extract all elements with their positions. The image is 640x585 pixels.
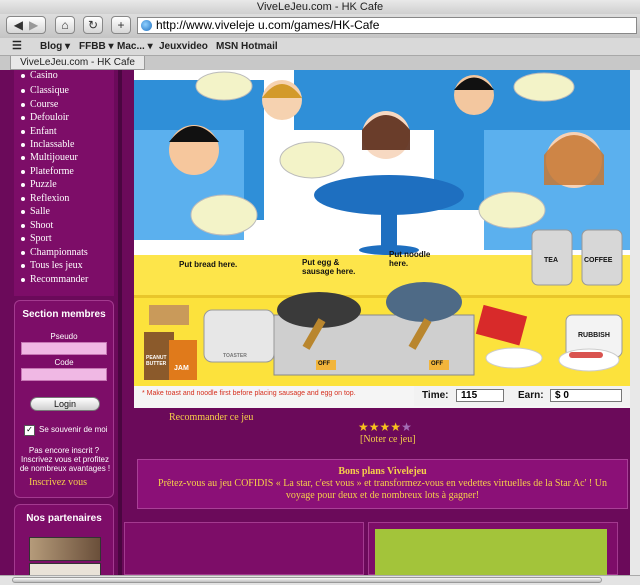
bookmark-mac[interactable]: Mac... ▾ — [117, 38, 153, 55]
not-registered-text: Pas encore inscrit ? — [28, 446, 100, 455]
remember-me-label: Se souvenir de moi — [39, 425, 108, 434]
category-sport[interactable]: Sport — [21, 233, 52, 245]
remember-me-checkbox[interactable]: ✓ — [24, 425, 35, 436]
new-tab-button[interactable]: + — [111, 16, 131, 34]
category-multijoueur[interactable]: Multijoueur — [21, 152, 78, 164]
stove-right-off-label[interactable]: OFF — [431, 361, 443, 367]
category-championnats[interactable]: Championnats — [21, 247, 88, 259]
bons-plans-title: Bons plans Vivelejeu — [338, 466, 427, 477]
category-reflexion[interactable]: Reflexion — [20, 193, 69, 205]
game-thumbnail-image[interactable] — [375, 529, 607, 576]
category-tous-les-jeux[interactable]: Tous les jeux — [21, 260, 83, 272]
rating-stars[interactable]: ★★★★★ — [358, 421, 412, 433]
status-bar: Time: 115 Earn: $ 0 — [414, 386, 630, 406]
category-recommander[interactable]: Recommander — [20, 274, 88, 286]
time-label: Time: — [422, 390, 449, 401]
tea-label: TEA — [544, 257, 558, 264]
globe-icon — [141, 20, 152, 31]
bubble-put-noodle: Put noodle here. — [389, 250, 431, 268]
category-shoot[interactable]: Shoot — [20, 220, 53, 232]
category-plateforme[interactable]: Plateforme — [21, 166, 74, 178]
tab-bar: ViveLeJeu.com - HK Cafe — [0, 56, 640, 70]
bons-plans-text[interactable]: Prêtez-vous au jeu COFIDIS « La star, c'… — [152, 478, 613, 502]
register-link[interactable]: Inscrivez vous — [29, 477, 87, 488]
toaster-label: TOASTER — [223, 353, 247, 359]
pseudo-input[interactable] — [21, 342, 107, 355]
members-title: Section membres — [22, 309, 106, 320]
category-classique[interactable]: Classique — [21, 85, 69, 97]
bookmark-ffbb[interactable]: FFBB ▾ — [79, 38, 113, 55]
plus-icon: + — [117, 18, 125, 32]
login-button[interactable]: Login — [30, 397, 100, 411]
reload-button[interactable]: ↻ — [83, 16, 103, 34]
back-icon[interactable]: ◀ — [14, 18, 23, 32]
url-text: http://www.viveleje u.com/games/HK-Cafe — [156, 18, 380, 32]
bookmarks-bar: ☰ Blog ▾ FFBB ▾ Mac... ▾ Jeuxvideo MSN H… — [0, 38, 640, 56]
category-defouloir[interactable]: Defouloir — [21, 112, 69, 124]
bookmarks-book-icon[interactable]: ☰ — [12, 38, 22, 55]
category-menu: Casino Classique Course Defouloir Enfant… — [14, 70, 114, 296]
time-value: 115 — [456, 389, 504, 402]
window-title: ViveLeJeu.com - HK Cafe — [0, 0, 640, 14]
star-empty-icon[interactable]: ★ — [401, 420, 412, 434]
earn-value: $ 0 — [550, 389, 622, 402]
content-box-right — [368, 522, 618, 576]
game-scene[interactable] — [134, 70, 630, 408]
code-input[interactable] — [21, 368, 107, 381]
back-forward-button[interactable]: ◀ ▶ — [6, 16, 46, 34]
browser-toolbar: ◀ ▶ ⌂ ↻ + http://www.viveleje u.com/games… — [0, 14, 640, 38]
category-enfant[interactable]: Enfant — [21, 126, 57, 138]
stove-left-off-label[interactable]: OFF — [318, 361, 330, 367]
category-puzzle[interactable]: Puzzle — [21, 179, 57, 191]
code-label: Code — [54, 358, 74, 367]
game-hint: * Make toast and noodle first before pla… — [142, 390, 356, 397]
partners-title: Nos partenaires — [26, 513, 102, 524]
tab-hk-cafe[interactable]: ViveLeJeu.com - HK Cafe — [10, 56, 145, 70]
bons-plans-box: Bons plans Vivelejeu Prêtez-vous au jeu … — [137, 459, 628, 509]
game-canvas[interactable]: Put bread here. Put egg & sausage here. … — [134, 70, 630, 408]
category-salle[interactable]: Salle — [21, 206, 50, 218]
jam-label: JAM — [174, 365, 189, 372]
recommend-game-link[interactable]: Recommander ce jeu — [169, 412, 253, 423]
rate-game-link[interactable]: [Noter ce jeu] — [360, 434, 416, 445]
column-divider — [118, 70, 122, 584]
pseudo-label: Pseudo — [50, 332, 78, 341]
members-panel: Section membres Pseudo Code Login ✓ Se s… — [14, 300, 114, 498]
home-icon: ⌂ — [61, 18, 69, 32]
register-promo-text: Inscrivez vous et profitez de nombreux a… — [19, 455, 111, 473]
star-icon[interactable]: ★ — [369, 420, 380, 434]
url-bar[interactable]: http://www.viveleje u.com/games/HK-Cafe — [137, 17, 637, 34]
star-icon[interactable]: ★ — [380, 420, 391, 434]
vertical-scrollbar[interactable] — [630, 70, 640, 575]
category-course[interactable]: Course — [20, 99, 58, 111]
bubble-put-bread: Put bread here. — [179, 260, 238, 269]
bookmark-blog[interactable]: Blog ▾ — [40, 38, 70, 55]
bookmark-msn-hotmail[interactable]: MSN Hotmail — [216, 38, 278, 55]
rubbish-label: RUBBISH — [578, 332, 610, 339]
category-inclassable[interactable]: Inclassable — [20, 139, 74, 151]
partners-panel: Nos partenaires — [14, 504, 114, 584]
home-button[interactable]: ⌂ — [55, 16, 75, 34]
bookmark-jeuxvideo[interactable]: Jeuxvideo — [159, 38, 208, 55]
partner-banner-image[interactable] — [29, 537, 101, 561]
forward-icon[interactable]: ▶ — [29, 18, 38, 32]
bubble-put-egg-sausage: Put egg & sausage here. — [302, 258, 356, 276]
star-icon[interactable]: ★ — [358, 420, 369, 434]
peanut-butter-label: PEANUT BUTTER — [146, 355, 167, 367]
star-icon[interactable]: ★ — [390, 420, 401, 434]
category-casino[interactable]: Casino — [21, 70, 58, 82]
coffee-label: COFFEE — [584, 257, 613, 264]
earn-label: Earn: — [518, 390, 544, 401]
reload-icon: ↻ — [87, 18, 99, 32]
horizontal-scrollbar-thumb[interactable] — [12, 577, 602, 583]
content-box-left — [124, 522, 364, 575]
